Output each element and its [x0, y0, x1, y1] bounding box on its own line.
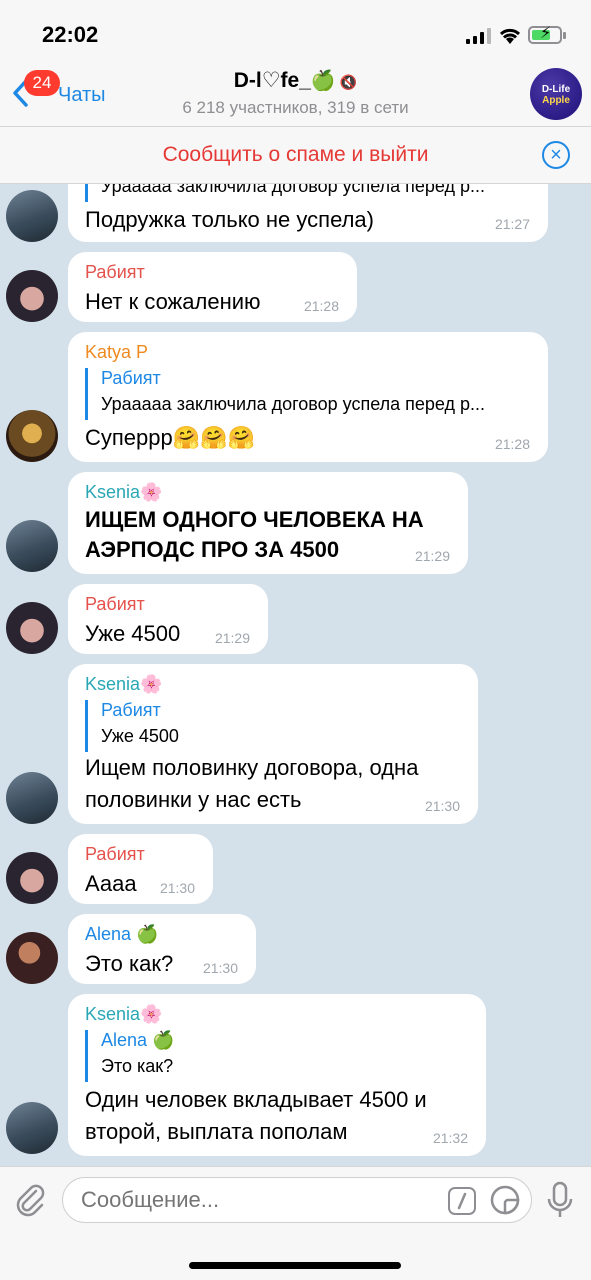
reply-quote[interactable]: Урааааа заключила договор успела перед р…: [85, 184, 485, 202]
message-time: 21:32: [432, 1130, 468, 1146]
message-bubble[interactable]: Alena 🍏 Это как? 21:30: [68, 914, 256, 984]
avatar[interactable]: [6, 772, 58, 824]
message-text-line1: ИЩЕМ ОДНОГО ЧЕЛОВЕКА НА: [85, 507, 424, 532]
report-spam-link[interactable]: Сообщить о спаме и выйти: [0, 143, 591, 167]
apple-emoji: 🍏: [310, 70, 336, 92]
chat-title[interactable]: D-l♡fe_🍏 🔇: [0, 68, 591, 93]
command-icon[interactable]: [448, 1187, 476, 1215]
message-bubble[interactable]: Рабият Нет к сожалению 21:28: [68, 252, 357, 322]
message-time: 21:28: [303, 298, 339, 314]
message-text-line2: второй, выплата пополам: [85, 1119, 348, 1144]
reply-name: Alena 🍏: [101, 1030, 175, 1050]
status-time: 22:02: [42, 22, 99, 47]
message-bubble[interactable]: Урааааа заключила договор успела перед р…: [68, 184, 548, 242]
sender-name[interactable]: Katya P: [85, 342, 148, 363]
sender-name[interactable]: Ksenia🌸: [85, 482, 162, 503]
message-bubble[interactable]: Рабият Уже 4500 21:29: [68, 584, 268, 654]
close-icon[interactable]: ×: [542, 141, 570, 169]
wifi-icon: [499, 28, 521, 44]
battery-icon: ⚡: [528, 25, 566, 44]
status-bar: 22:02 ⚡: [0, 0, 591, 62]
chat-title-text: D-l♡fe_: [233, 69, 311, 92]
message-time: 21:29: [414, 548, 450, 564]
avatar[interactable]: [6, 410, 58, 462]
avatar[interactable]: [6, 852, 58, 904]
message-bubble[interactable]: Ksenia🌸 ИЩЕМ ОДНОГО ЧЕЛОВЕКА НА АЭРПОДС …: [68, 472, 468, 574]
message-bubble[interactable]: Ksenia🌸 Рабият Уже 4500 Ищем половинку д…: [68, 664, 478, 824]
reply-name: Рабият: [101, 368, 161, 388]
chat-area: Урааааа заключила договор успела перед р…: [0, 184, 591, 1166]
input-bar: [0, 1166, 591, 1280]
avatar[interactable]: [6, 190, 58, 242]
reply-quote[interactable]: Alena 🍏 Это как?: [85, 1030, 174, 1082]
avatar[interactable]: [6, 602, 58, 654]
reply-text: Уже 4500: [101, 726, 179, 746]
message-text: Это как?: [85, 951, 174, 976]
message-time: 21:30: [159, 880, 195, 896]
avatar[interactable]: [6, 270, 58, 322]
paperclip-icon[interactable]: [12, 1181, 48, 1217]
message-text: Суперрр🤗🤗🤗: [85, 425, 255, 450]
spam-bar: Сообщить о спаме и выйти ×: [0, 126, 591, 184]
message-text: Подружка только не успела): [85, 207, 374, 232]
chat-subtitle: 6 218 участников, 319 в сети: [182, 98, 409, 117]
sender-name[interactable]: Рабият: [85, 844, 145, 865]
reply-text: Это как?: [101, 1056, 174, 1076]
avatar[interactable]: [6, 1102, 58, 1154]
message-bubble[interactable]: Рабият Аааа 21:30: [68, 834, 213, 904]
message-time: 21:28: [494, 436, 530, 452]
sticker-icon[interactable]: [490, 1185, 520, 1215]
cellular-signal-icon: [466, 28, 491, 44]
group-avatar-line1: D-Life: [541, 84, 571, 95]
avatar[interactable]: [6, 932, 58, 984]
message-text: Аааа: [85, 871, 137, 896]
message-time: 21:30: [424, 798, 460, 814]
sender-name[interactable]: Ksenia🌸: [85, 1004, 162, 1025]
message-bubble[interactable]: Ksenia🌸 Alena 🍏 Это как? Один человек вк…: [68, 994, 486, 1156]
home-indicator: [189, 1262, 401, 1269]
group-avatar-line2: Apple: [542, 95, 570, 106]
reply-quote[interactable]: Рабият Уже 4500: [85, 700, 179, 752]
message-text-line2: половинки у нас есть: [85, 787, 302, 812]
sender-name[interactable]: Alena 🍏: [85, 924, 158, 945]
message-text: Нет к сожалению: [85, 289, 261, 314]
reply-quote[interactable]: Рабият Урааааа заключила договор успела …: [85, 368, 485, 420]
mute-icon: 🔇: [339, 74, 358, 90]
reply-text: Урааааа заключила договор успела перед р…: [101, 184, 486, 196]
message-text-line1: Один человек вкладывает 4500 и: [85, 1087, 427, 1112]
microphone-icon[interactable]: [546, 1181, 574, 1219]
sender-name[interactable]: Рабият: [85, 594, 145, 615]
sender-name[interactable]: Рабият: [85, 262, 145, 283]
reply-name: Рабият: [101, 700, 161, 720]
message-text: Уже 4500: [85, 621, 181, 646]
message-bubble[interactable]: Katya P Рабият Урааааа заключила договор…: [68, 332, 548, 462]
nav-bar: 24 Чаты D-l♡fe_🍏 🔇 6 218 участников, 319 …: [0, 62, 591, 126]
avatar[interactable]: [6, 520, 58, 572]
message-time: 21:29: [214, 630, 250, 646]
reply-text: Урааааа заключила договор успела перед р…: [101, 394, 486, 414]
message-time: 21:30: [202, 960, 238, 976]
message-time: 21:27: [494, 216, 530, 232]
message-text-line1: Ищем половинку договора, одна: [85, 755, 419, 780]
sender-name[interactable]: Ksenia🌸: [85, 674, 162, 695]
group-avatar[interactable]: D-Life Apple: [530, 68, 582, 120]
message-text-line2: АЭРПОДС ПРО ЗА 4500: [85, 537, 340, 562]
